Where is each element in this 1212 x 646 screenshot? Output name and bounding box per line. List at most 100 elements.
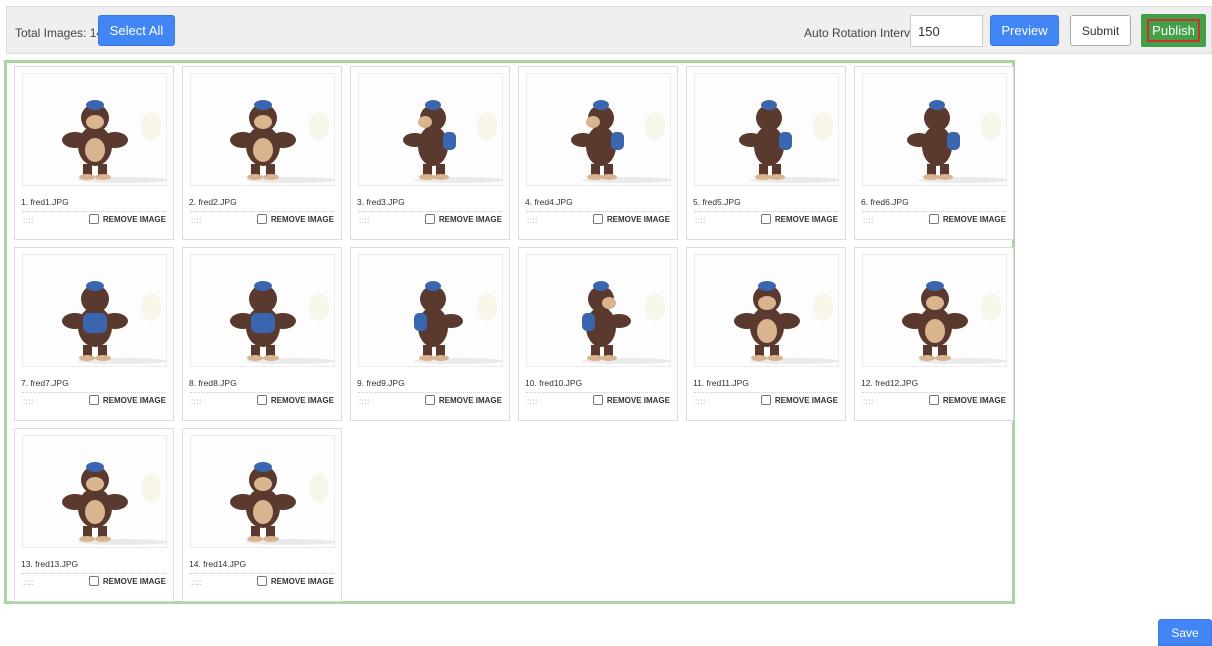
drag-handle-icon[interactable]: :::: [23,578,34,587]
remove-image-checkbox[interactable] [88,576,99,586]
monkey-figure-image [403,100,502,183]
remove-image-toggle[interactable]: REMOVE IMAGE [424,214,502,224]
drag-handle-icon[interactable]: :::: [359,216,370,225]
remove-image-toggle[interactable]: REMOVE IMAGE [760,214,838,224]
image-filename: 8. fred8.JPG [189,378,237,388]
image-card[interactable]: 2. fred2.JPG :::: REMOVE IMAGE [182,66,342,240]
image-card[interactable]: 4. fred4.JPG :::: REMOVE IMAGE [518,66,678,240]
drag-handle-icon[interactable]: :::: [191,397,202,406]
remove-image-toggle[interactable]: REMOVE IMAGE [592,214,670,224]
image-card[interactable]: 7. fred7.JPG :::: REMOVE IMAGE [14,247,174,421]
remove-image-checkbox[interactable] [88,214,99,224]
image-thumbnail[interactable] [694,73,839,186]
select-all-button[interactable]: Select All [98,15,175,46]
remove-image-toggle[interactable]: REMOVE IMAGE [928,214,1006,224]
image-thumbnail[interactable] [358,254,503,367]
image-thumbnail[interactable] [22,435,167,548]
remove-image-checkbox[interactable] [928,395,939,405]
image-thumbnail[interactable] [22,254,167,367]
remove-image-toggle[interactable]: REMOVE IMAGE [592,395,670,405]
remove-image-label: REMOVE IMAGE [102,214,166,224]
divider [358,211,502,212]
toolbar: Total Images: 14 Select All Auto Rotatio… [6,6,1212,54]
image-thumbnail[interactable] [358,73,503,186]
image-filename: 10. fred10.JPG [525,378,583,388]
image-card[interactable]: 11. fred11.JPG :::: REMOVE IMAGE [686,247,846,421]
image-filename: 1. fred1.JPG [21,197,69,207]
image-card[interactable]: 3. fred3.JPG :::: REMOVE IMAGE [350,66,510,240]
monkey-figure-image [734,281,838,364]
monkey-figure-image [902,281,1006,364]
divider [694,392,838,393]
drag-handle-icon[interactable]: :::: [863,397,874,406]
remove-image-checkbox[interactable] [424,214,435,224]
image-card[interactable]: 6. fred6.JPG :::: REMOVE IMAGE [854,66,1014,240]
divider [862,392,1006,393]
image-card[interactable]: 1. fred1.JPG :::: REMOVE IMAGE [14,66,174,240]
auto-rotation-interval-input[interactable] [910,15,983,47]
remove-image-toggle[interactable]: REMOVE IMAGE [256,395,334,405]
save-button[interactable]: Save [1158,619,1212,646]
image-thumbnail[interactable] [526,254,671,367]
drag-handle-icon[interactable]: :::: [23,216,34,225]
remove-image-checkbox[interactable] [256,214,267,224]
auto-rotation-interval-label: Auto Rotation Interval: [804,26,923,40]
remove-image-toggle[interactable]: REMOVE IMAGE [88,395,166,405]
remove-image-checkbox[interactable] [256,395,267,405]
remove-image-label: REMOVE IMAGE [606,214,670,224]
drag-handle-icon[interactable]: :::: [191,578,202,587]
image-card[interactable]: 5. fred5.JPG :::: REMOVE IMAGE [686,66,846,240]
image-thumbnail[interactable] [862,254,1007,367]
remove-image-checkbox[interactable] [760,395,771,405]
image-card[interactable]: 10. fred10.JPG :::: REMOVE IMAGE [518,247,678,421]
monkey-figure-image [62,281,166,364]
drag-handle-icon[interactable]: :::: [695,216,706,225]
submit-button[interactable]: Submit [1070,15,1131,46]
drag-handle-icon[interactable]: :::: [23,397,34,406]
remove-image-checkbox[interactable] [256,576,267,586]
image-filename: 7. fred7.JPG [21,378,69,388]
publish-button[interactable]: Publish [1147,19,1200,42]
drag-handle-icon[interactable]: :::: [359,397,370,406]
image-card[interactable]: 13. fred13.JPG :::: REMOVE IMAGE [14,428,174,602]
remove-image-checkbox[interactable] [88,395,99,405]
remove-image-toggle[interactable]: REMOVE IMAGE [88,576,166,586]
remove-image-toggle[interactable]: REMOVE IMAGE [760,395,838,405]
drag-handle-icon[interactable]: :::: [863,216,874,225]
drag-handle-icon[interactable]: :::: [527,216,538,225]
remove-image-toggle[interactable]: REMOVE IMAGE [424,395,502,405]
divider [526,211,670,212]
image-card[interactable]: 14. fred14.JPG :::: REMOVE IMAGE [182,428,342,602]
image-thumbnail[interactable] [526,73,671,186]
monkey-figure-image [739,100,838,183]
monkey-figure-image [230,281,334,364]
remove-image-checkbox[interactable] [760,214,771,224]
total-images-label: Total Images: 14 [15,26,104,40]
drag-handle-icon[interactable]: :::: [527,397,538,406]
remove-image-checkbox[interactable] [424,395,435,405]
image-thumbnail[interactable] [190,73,335,186]
image-card[interactable]: 9. fred9.JPG :::: REMOVE IMAGE [350,247,510,421]
remove-image-label: REMOVE IMAGE [438,214,502,224]
monkey-figure-image [62,462,166,545]
image-card[interactable]: 12. fred12.JPG :::: REMOVE IMAGE [854,247,1014,421]
preview-button[interactable]: Preview [990,15,1059,46]
image-thumbnail[interactable] [694,254,839,367]
drag-handle-icon[interactable]: :::: [191,216,202,225]
image-thumbnail[interactable] [190,254,335,367]
monkey-figure-image [230,100,334,183]
image-filename: 14. fred14.JPG [189,559,247,569]
remove-image-checkbox[interactable] [928,214,939,224]
image-thumbnail[interactable] [862,73,1007,186]
image-thumbnail[interactable] [190,435,335,548]
remove-image-checkbox[interactable] [592,214,603,224]
remove-image-toggle[interactable]: REMOVE IMAGE [88,214,166,224]
image-card[interactable]: 8. fred8.JPG :::: REMOVE IMAGE [182,247,342,421]
remove-image-toggle[interactable]: REMOVE IMAGE [256,214,334,224]
image-thumbnail[interactable] [22,73,167,186]
remove-image-toggle[interactable]: REMOVE IMAGE [928,395,1006,405]
divider [22,573,166,574]
remove-image-toggle[interactable]: REMOVE IMAGE [256,576,334,586]
remove-image-checkbox[interactable] [592,395,603,405]
drag-handle-icon[interactable]: :::: [695,397,706,406]
